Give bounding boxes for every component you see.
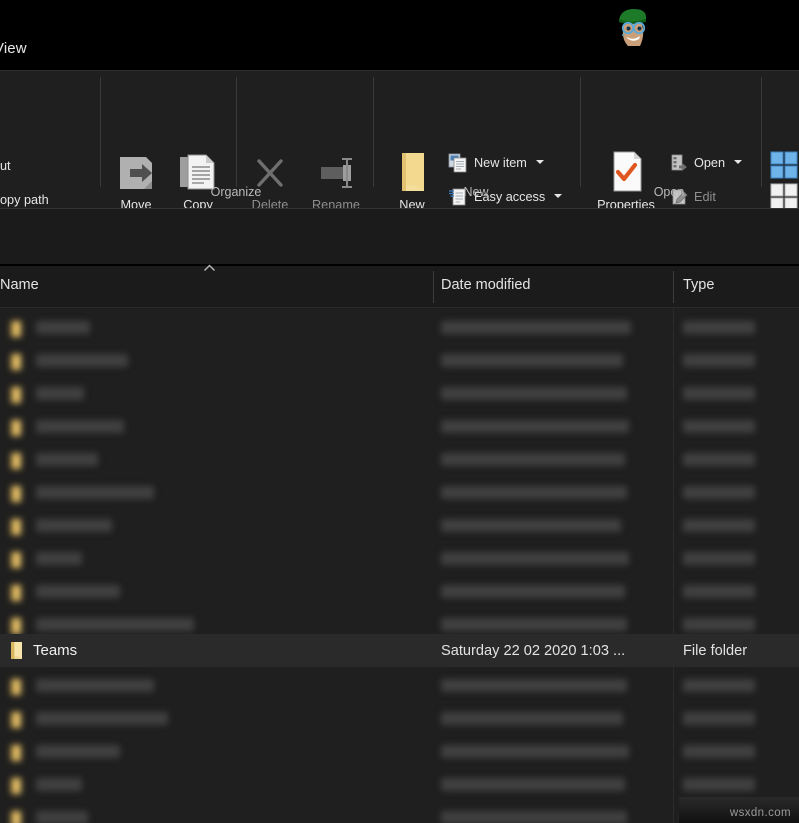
- file-list[interactable]: Teams Saturday 22 02 2020 1:03 ... File …: [0, 308, 799, 823]
- title-bar: View: [0, 0, 799, 70]
- open-icon: [670, 154, 688, 172]
- open-button[interactable]: Open: [670, 154, 743, 172]
- folder-icon: [8, 485, 24, 508]
- folder-icon: [8, 744, 24, 767]
- file-name: Teams: [33, 642, 78, 659]
- ribbon-group-open-label: Open: [653, 185, 685, 199]
- table-row[interactable]: [0, 576, 799, 609]
- new-item-label: New item: [474, 156, 527, 170]
- chevron-down-icon[interactable]: [734, 160, 743, 164]
- table-row[interactable]: [0, 703, 799, 736]
- group-divider: [100, 77, 101, 187]
- file-type: File folder: [683, 642, 748, 659]
- table-row[interactable]: [0, 345, 799, 378]
- column-header-date-modified[interactable]: Date modified: [441, 277, 530, 293]
- folder-icon: [8, 711, 24, 734]
- table-row[interactable]: [0, 736, 799, 769]
- select-all-button[interactable]: [770, 151, 798, 179]
- watermark: wsxdn.com: [729, 807, 791, 819]
- new-item-icon: [448, 153, 468, 173]
- move-to-icon: [112, 151, 160, 195]
- sort-ascending-icon: [204, 264, 215, 271]
- address-bar[interactable]: ❯ ❯ AppData ❯ Local ❯ Microsoft ❯: [0, 208, 799, 457]
- select-all-icon: [770, 151, 798, 179]
- folder-icon: [8, 320, 24, 343]
- group-divider: [761, 77, 762, 187]
- column-header-type[interactable]: Type: [683, 277, 714, 293]
- file-explorer-window: View ut opy path aste s: [0, 0, 799, 823]
- chevron-down-icon[interactable]: [535, 160, 544, 164]
- folder-icon: [8, 353, 24, 376]
- folder-icon: [8, 584, 24, 607]
- group-divider: [236, 77, 237, 187]
- ribbon-group-new-label: New: [463, 185, 489, 199]
- folder-icon: [8, 518, 24, 541]
- cut-button[interactable]: ut: [0, 149, 73, 183]
- folder-icon: [8, 810, 24, 823]
- open-label: Open: [694, 156, 726, 170]
- select-none-button[interactable]: [770, 183, 798, 211]
- table-row-teams[interactable]: Teams Saturday 22 02 2020 1:03 ... File …: [0, 634, 799, 667]
- folder-icon: [8, 452, 24, 475]
- table-row[interactable]: [0, 312, 799, 345]
- tab-view[interactable]: View: [0, 40, 27, 57]
- table-row[interactable]: [0, 670, 799, 703]
- table-row[interactable]: [0, 477, 799, 510]
- folder-icon: [8, 551, 24, 574]
- table-row[interactable]: [0, 510, 799, 543]
- column-divider[interactable]: [433, 271, 434, 303]
- table-row[interactable]: [0, 444, 799, 477]
- column-header-row: Name Date modified Type: [0, 266, 799, 308]
- ribbon-group-organize-label: Organize: [210, 185, 262, 199]
- folder-icon: [8, 678, 24, 701]
- rename-button[interactable]: Rename: [302, 151, 370, 213]
- select-none-icon: [770, 183, 798, 211]
- table-row[interactable]: [0, 378, 799, 411]
- group-divider: [580, 77, 581, 187]
- user-avatar[interactable]: [610, 4, 654, 48]
- folder-icon: [8, 386, 24, 409]
- column-header-name[interactable]: Name: [0, 277, 39, 293]
- file-date-modified: Saturday 22 02 2020 1:03 ...: [441, 642, 626, 659]
- group-divider: [373, 77, 374, 187]
- folder-icon: [8, 777, 24, 800]
- new-item-button[interactable]: New item: [448, 153, 544, 173]
- ribbon: ut opy path aste shortcut Move: [0, 70, 799, 243]
- rename-icon: [313, 151, 359, 195]
- folder-icon: [8, 419, 24, 442]
- folder-icon: [8, 641, 25, 665]
- table-row[interactable]: [0, 411, 799, 444]
- column-divider[interactable]: [673, 271, 674, 303]
- table-row[interactable]: [0, 543, 799, 576]
